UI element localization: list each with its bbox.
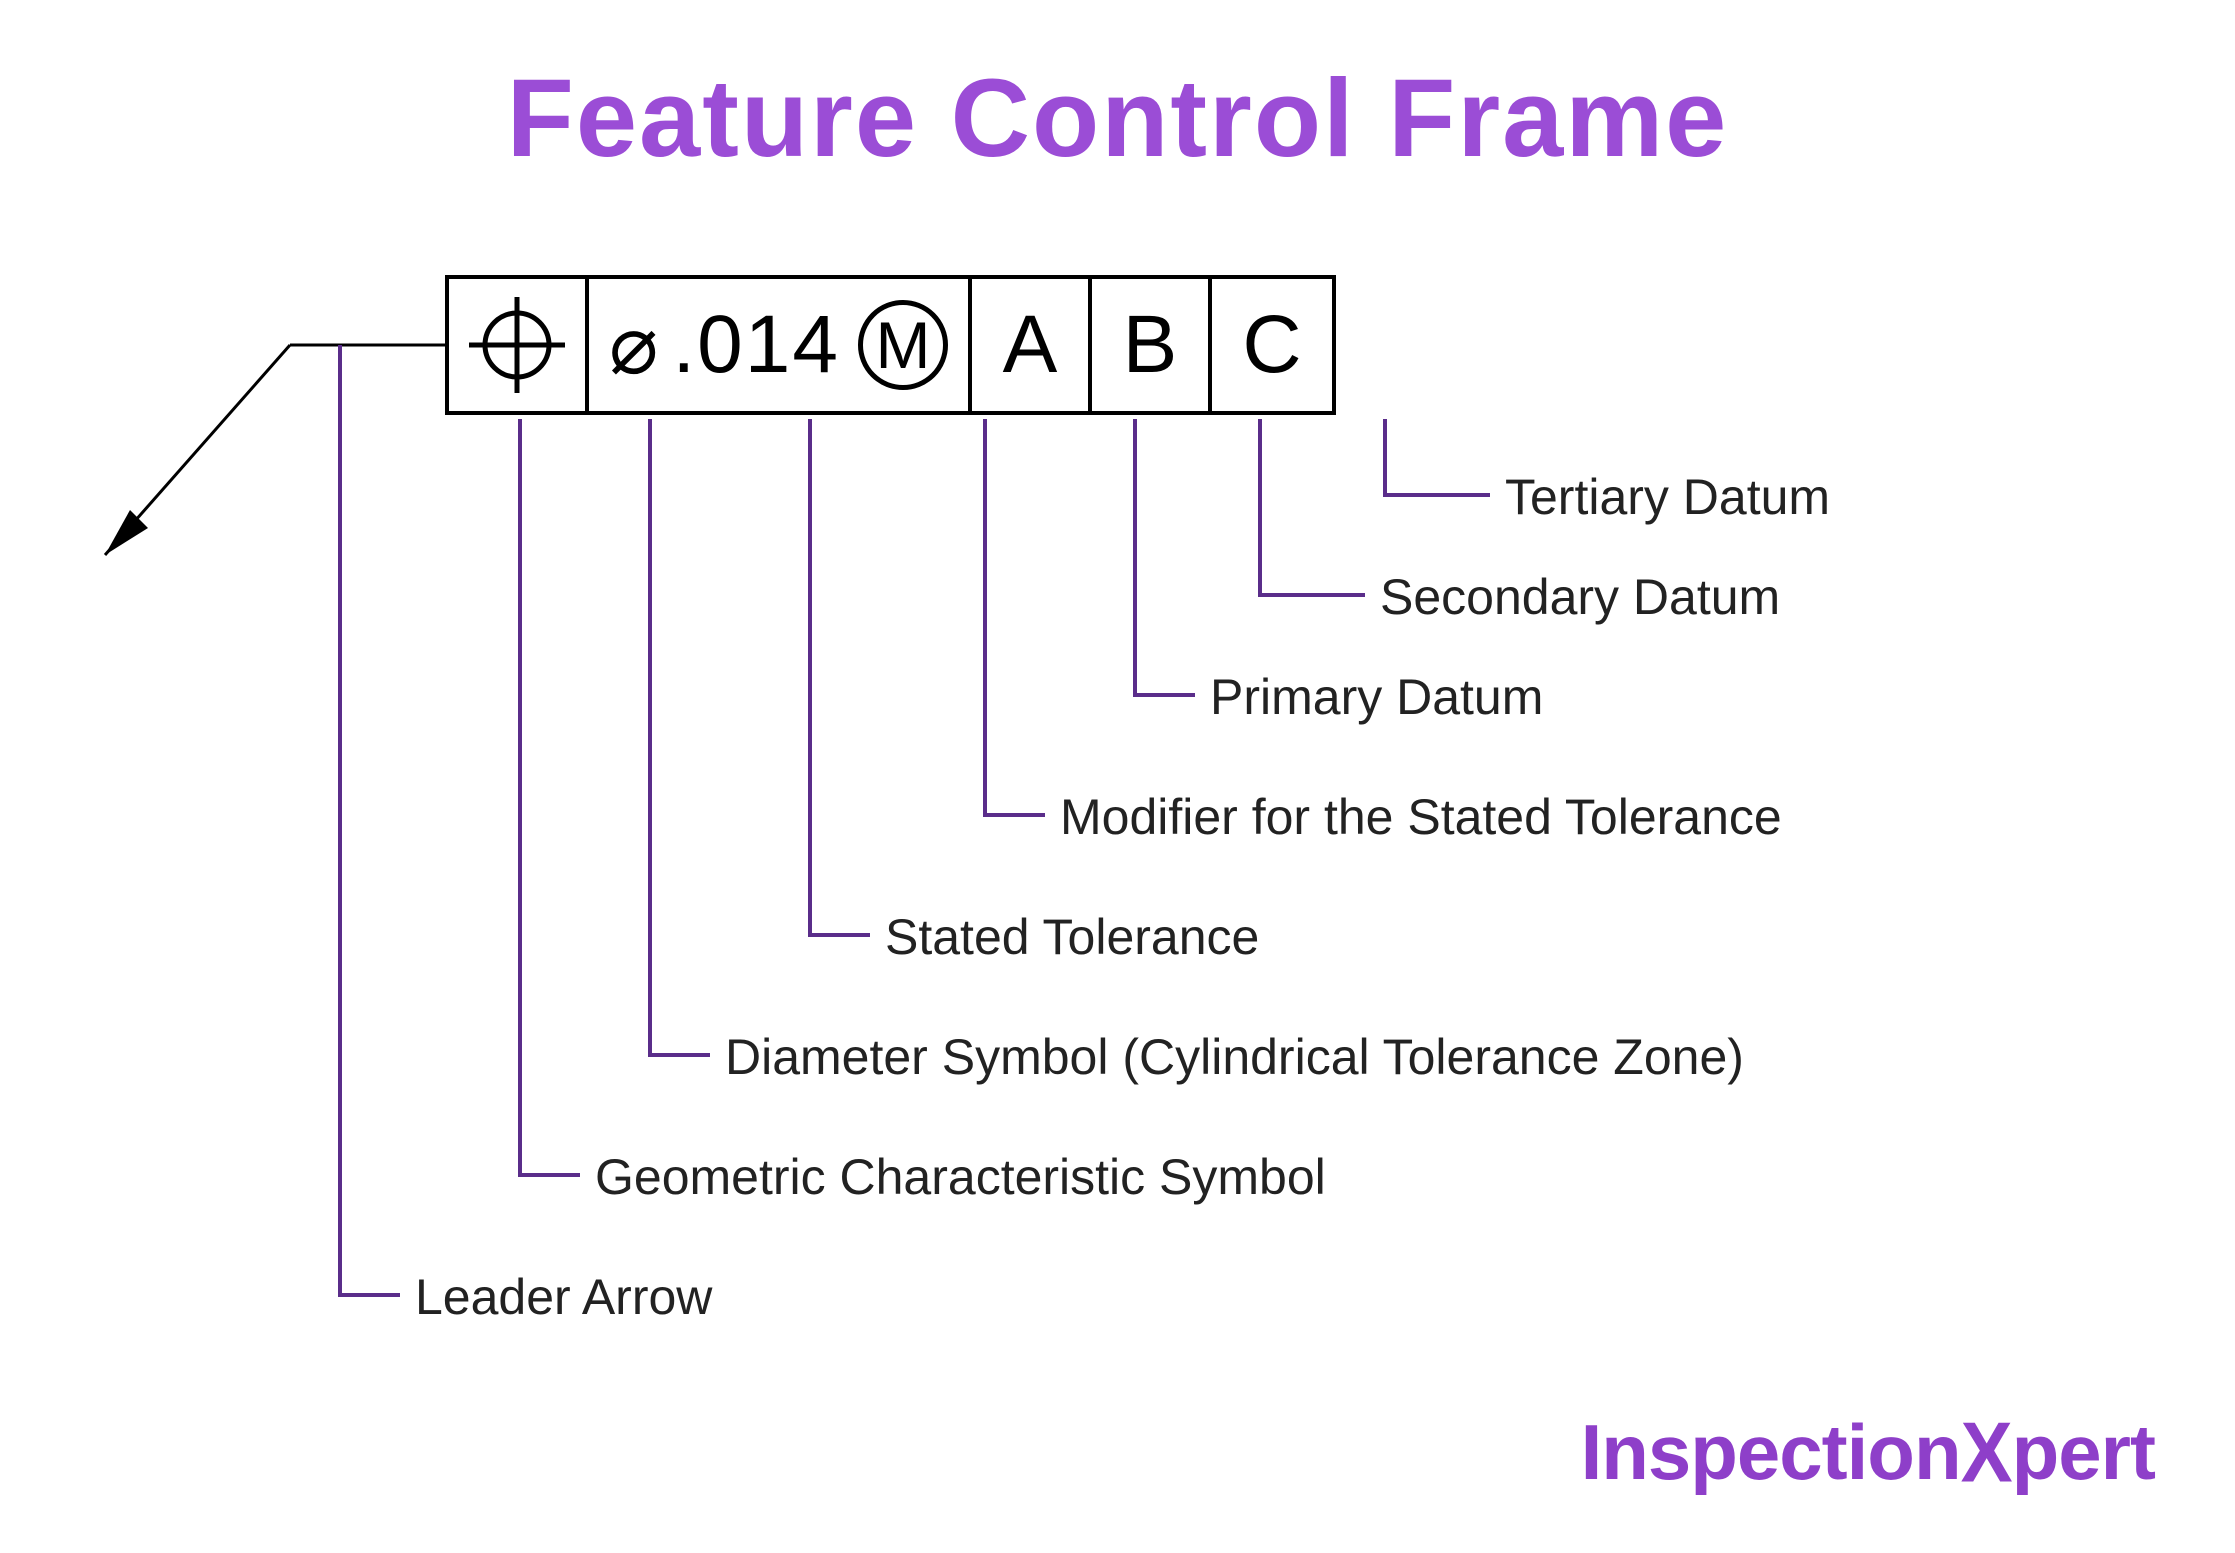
diameter-symbol-icon: ⌀ [609,298,658,393]
label-primary-datum: Primary Datum [1210,668,1543,726]
logo-part1: Inspection [1581,1408,1961,1496]
label-secondary-datum: Secondary Datum [1380,568,1780,626]
connector-stated-tolerance [810,419,870,935]
logo-part3: pert [2012,1408,2155,1496]
connector-leader-arrow [340,345,400,1295]
label-diameter-symbol: Diameter Symbol (Cylindrical Tolerance Z… [725,1028,1744,1086]
inspectionxpert-logo: InspectionXpert [1581,1407,2155,1498]
feature-control-frame: ⌀ .014 M A B C [445,275,1336,415]
label-modifier: Modifier for the Stated Tolerance [1060,788,1782,846]
tolerance-value: .014 [672,298,840,392]
tertiary-datum-cell: C [1212,279,1332,411]
position-symbol-icon [467,295,567,395]
connector-modifier [985,419,1045,815]
connectors-svg [0,0,2235,1553]
primary-datum-cell: A [972,279,1092,411]
connector-diameter-symbol [650,419,710,1055]
connector-secondary-datum [1260,419,1365,595]
connector-primary-datum [1135,419,1195,695]
page-title: Feature Control Frame [0,55,2235,182]
logo-x: X [1961,1402,2012,1502]
geometric-characteristic-cell [449,279,589,411]
label-tertiary-datum: Tertiary Datum [1505,468,1830,526]
label-geometric-symbol: Geometric Characteristic Symbol [595,1148,1326,1206]
material-modifier-icon: M [858,300,948,390]
tolerance-cell: ⌀ .014 M [589,279,972,411]
label-leader-arrow: Leader Arrow [415,1268,712,1326]
leader-arrow-icon [105,345,445,555]
connector-tertiary-datum [1385,419,1490,495]
secondary-datum-cell: B [1092,279,1212,411]
connector-geometric-symbol [520,419,580,1175]
label-stated-tolerance: Stated Tolerance [885,908,1259,966]
